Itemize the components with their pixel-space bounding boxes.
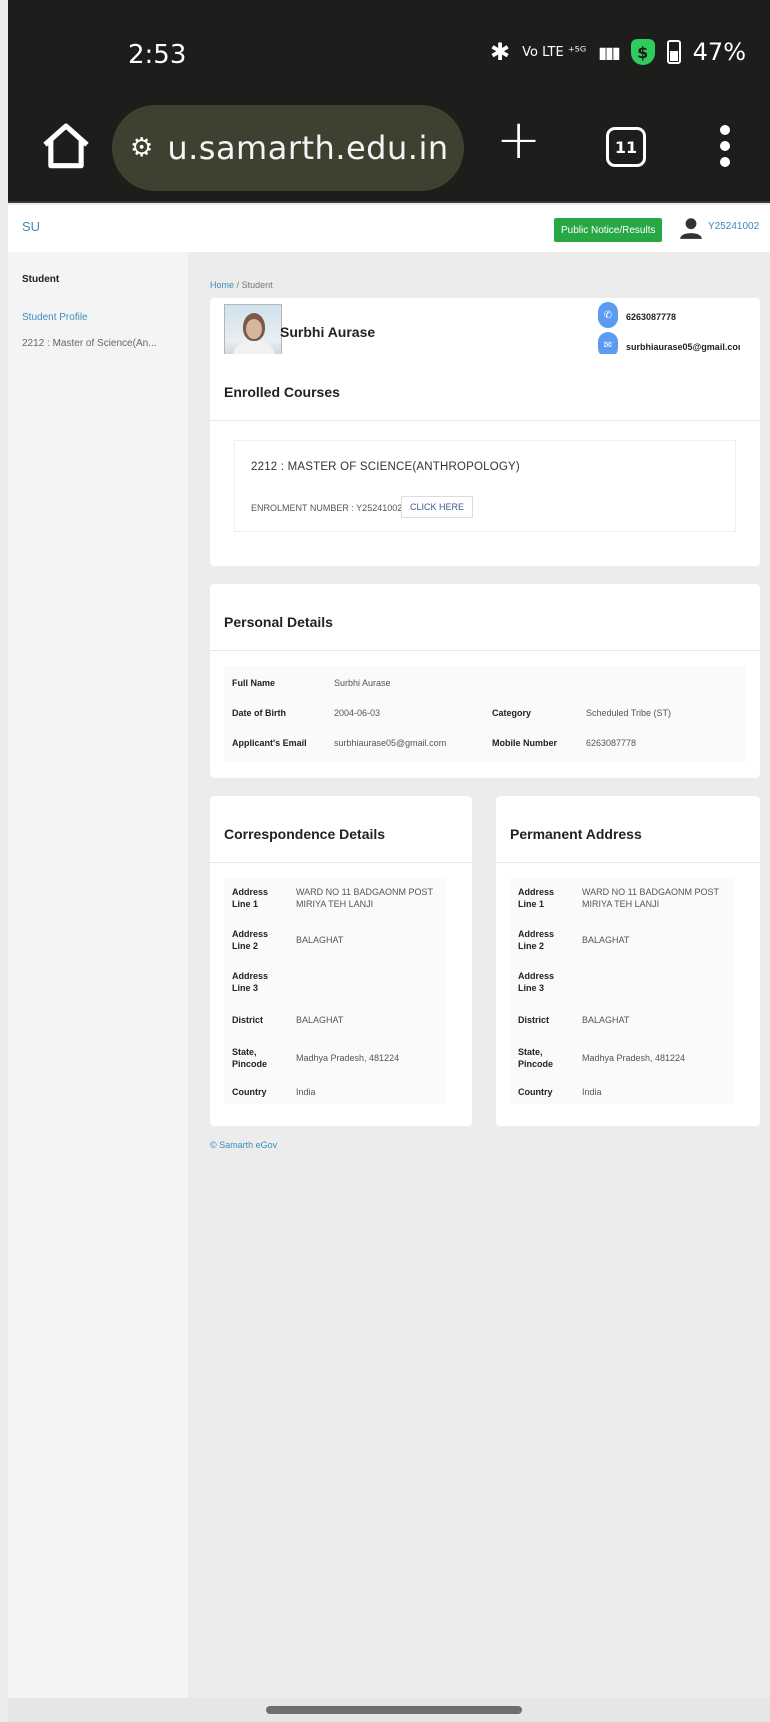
email-value: surbhiaurase05@gmail.com [334, 738, 447, 748]
full-name-label: Full Name [232, 678, 276, 688]
dob-value: 2004-06-03 [334, 708, 381, 718]
personal-details-table: Full Name Surbhi Aurase Date of Birth 20… [224, 666, 746, 762]
permanent-table: Address Line 1 WARD NO 11 BADGAONM POST … [510, 878, 734, 1104]
phone-status-bar: 2:53 ✱ Vo LTE ⁺⁵ᴳ ▮▮▮ $ 47% [8, 0, 770, 105]
address-line1-label: Address Line 1 [518, 887, 555, 909]
address-line2-value: BALAGHAT [296, 935, 344, 945]
district-label: District [518, 1015, 550, 1025]
mobile-value: 6263087778 [586, 738, 637, 748]
battery-percent: 47% [692, 38, 746, 66]
divider [210, 650, 760, 651]
brand-link[interactable]: SU [22, 219, 40, 234]
click-here-button[interactable]: CLICK HERE [401, 496, 474, 518]
address-line2-value: BALAGHAT [582, 935, 630, 945]
address-line2-label: Address Line 2 [518, 929, 555, 951]
address-line2-label: Address Line 2 [232, 929, 269, 951]
country-label: Country [232, 1087, 267, 1097]
profile-email: surbhiaurase05@gmail.com [626, 342, 740, 352]
profile-phone: 6263087778 [626, 312, 677, 322]
signal-icon: ▮▮▮ [598, 42, 620, 62]
enrolled-courses-title: Enrolled Courses [224, 384, 340, 400]
category-value: Scheduled Tribe (ST) [586, 708, 672, 718]
permanent-address-card: Permanent Address Address Line 1 WARD NO… [496, 796, 760, 1126]
state-label: State, Pincode [518, 1047, 554, 1069]
address-line1-value: WARD NO 11 BADGAONM POST MIRIYA TEH LANJ… [582, 887, 719, 909]
address-line1-value: WARD NO 11 BADGAONM POST MIRIYA TEH LANJ… [296, 887, 433, 909]
public-notice-button[interactable]: Public Notice/Results [554, 218, 663, 242]
breadcrumb-separator: / [236, 280, 240, 290]
country-label: Country [518, 1087, 553, 1097]
breadcrumb: Home / Student [210, 280, 273, 290]
full-name-value: Surbhi Aurase [334, 678, 391, 688]
breadcrumb-home[interactable]: Home [210, 280, 234, 290]
user-id-link[interactable]: Y25241002 [708, 221, 759, 232]
dob-label: Date of Birth [232, 708, 286, 718]
tab-count-button[interactable]: 11 [606, 127, 646, 167]
breadcrumb-current: Student [241, 280, 273, 290]
personal-details-title: Personal Details [224, 614, 333, 630]
new-tab-icon[interactable]: + [496, 113, 541, 167]
url-text[interactable]: u.samarth.edu.in [167, 129, 448, 167]
footer-credit[interactable]: © Samarth eGov [210, 1140, 277, 1150]
sidebar: Student Student Profile 2212 : Master of… [8, 252, 188, 1698]
correspondence-title: Correspondence Details [224, 826, 386, 842]
country-value: India [582, 1087, 602, 1097]
correspondence-table: Address Line 1 WARD NO 11 BADGAONM POST … [224, 878, 446, 1104]
course-name: 2212 : MASTER OF SCIENCE(ANTHROPOLOGY) [251, 461, 520, 473]
app-header: SU Public Notice/Results Y25241002 [8, 205, 770, 252]
divider [210, 862, 472, 863]
shield-icon: $ [630, 39, 655, 65]
divider [210, 420, 760, 421]
phone-icon: ✆ [598, 302, 618, 328]
state-value: Madhya Pradesh, 481224 [296, 1053, 400, 1063]
state-value: Madhya Pradesh, 481224 [582, 1053, 686, 1063]
url-bar[interactable]: ⚙ u.samarth.edu.in [112, 105, 464, 191]
category-label: Category [492, 708, 532, 718]
address-line3-label: Address Line 3 [232, 971, 269, 993]
district-label: District [232, 1015, 264, 1025]
state-label: State, Pincode [232, 1047, 268, 1069]
status-icons: ✱ Vo LTE ⁺⁵ᴳ ▮▮▮ $ 47% [490, 38, 746, 66]
mobile-label: Mobile Number [492, 738, 558, 748]
browser-toolbar: ⚙ u.samarth.edu.in + 11 [8, 105, 770, 203]
enrolled-courses-card: Enrolled Courses 2212 : MASTER OF SCIENC… [210, 354, 760, 566]
gesture-nav-bar[interactable] [266, 1706, 522, 1714]
enrolment-number: ENROLMENT NUMBER : Y25241002 [251, 503, 403, 513]
personal-details-card: Personal Details Full Name Surbhi Aurase… [210, 584, 760, 778]
district-value: BALAGHAT [582, 1015, 630, 1025]
status-time: 2:53 [128, 40, 187, 70]
main-content: Home / Student Surbhi Aurase ✆ 626308777… [188, 252, 770, 1698]
address-line3-label: Address Line 3 [518, 971, 555, 993]
course-item: 2212 : MASTER OF SCIENCE(ANTHROPOLOGY) E… [234, 440, 736, 532]
more-options-icon[interactable] [720, 125, 730, 167]
battery-icon [666, 40, 681, 64]
permanent-title: Permanent Address [510, 826, 642, 842]
address-line1-label: Address Line 1 [232, 887, 269, 909]
home-icon[interactable] [38, 119, 94, 175]
district-value: BALAGHAT [296, 1015, 344, 1025]
bluetooth-icon: ✱ [490, 38, 511, 66]
sidebar-item-student-profile[interactable]: Student Profile [22, 312, 88, 323]
site-settings-icon[interactable]: ⚙ [130, 133, 153, 163]
divider [496, 862, 760, 863]
country-value: India [296, 1087, 316, 1097]
sidebar-title: Student [22, 274, 60, 285]
user-avatar-icon[interactable] [678, 215, 704, 241]
email-label: Applicant's Email [232, 738, 307, 748]
student-name: Surbhi Aurase [280, 324, 376, 340]
network-icon: Vo LTE ⁺⁵ᴳ [522, 44, 587, 60]
sidebar-item-course[interactable]: 2212 : Master of Science(An... [22, 338, 157, 349]
correspondence-card: Correspondence Details Address Line 1 WA… [210, 796, 472, 1126]
